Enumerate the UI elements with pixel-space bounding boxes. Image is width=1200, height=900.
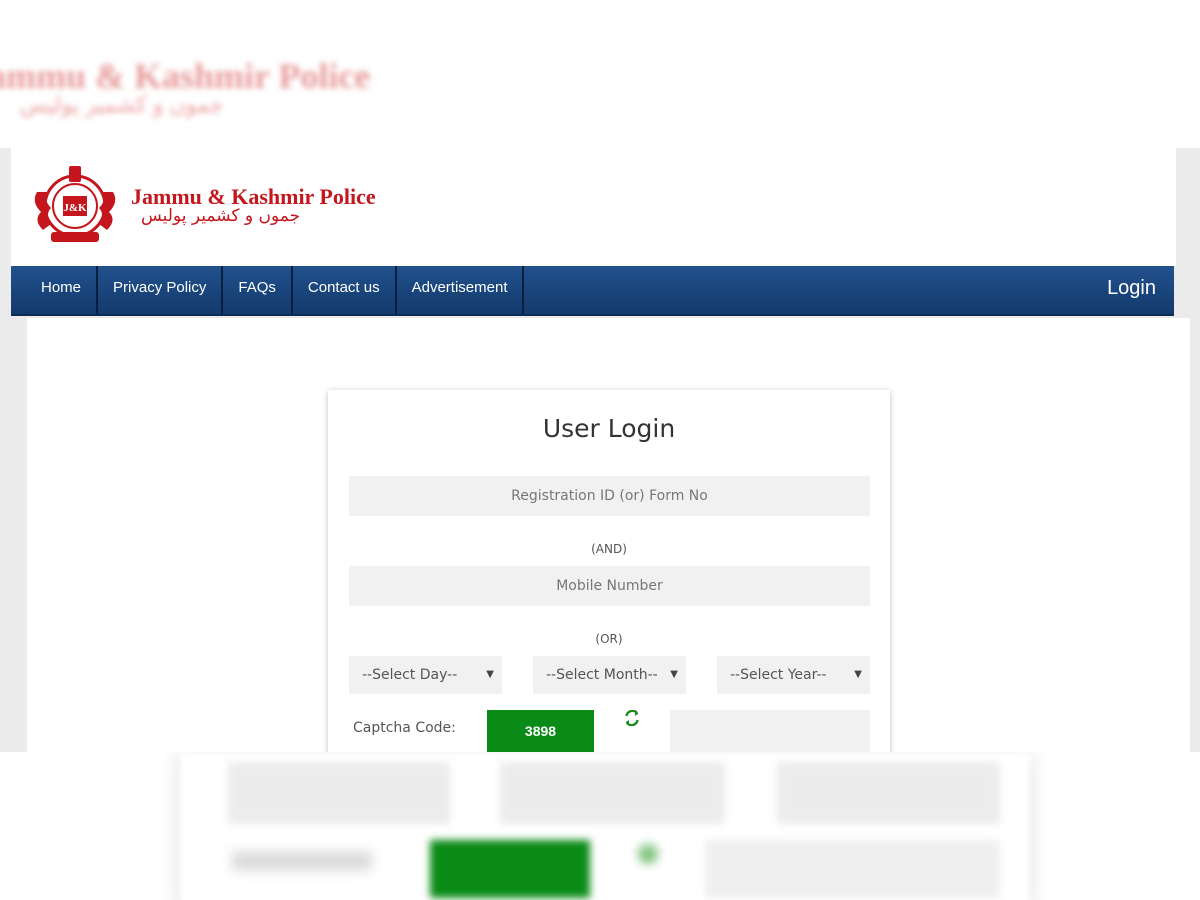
blurred-year-select (777, 762, 1000, 824)
main-content: User Login (AND) (OR) --Select Day-- ▼ -… (27, 318, 1190, 790)
mobile-number-input[interactable] (349, 566, 870, 606)
main-navbar: Home Privacy Policy FAQs Contact us Adve… (11, 266, 1174, 316)
and-separator: (AND) (591, 542, 627, 556)
blurred-captcha-input (705, 840, 1000, 898)
day-select[interactable]: --Select Day-- ▼ (349, 656, 502, 694)
nav-advertisement[interactable]: Advertisement (397, 266, 525, 314)
nav-contact-us[interactable]: Contact us (293, 266, 397, 314)
blurred-month-select (500, 762, 725, 824)
blurred-top-banner: Jammu & Kashmir Police جموں و کشمیر پولی… (0, 0, 1200, 148)
nav-privacy-policy[interactable]: Privacy Policy (98, 266, 224, 314)
nav-login-link[interactable]: Login (1107, 266, 1156, 314)
blurred-brand-subtitle: جموں و کشمیر پولیس (20, 92, 224, 117)
year-select-value: --Select Year-- (730, 667, 827, 683)
chevron-down-icon: ▼ (486, 669, 494, 680)
login-title: User Login (542, 414, 676, 443)
login-card: User Login (AND) (OR) --Select Day-- ▼ -… (328, 390, 890, 790)
or-separator: (OR) (595, 632, 623, 646)
svg-text:J&K: J&K (63, 202, 87, 214)
captcha-code: 3898 (487, 710, 594, 752)
captcha-label: Captcha Code: (353, 720, 456, 736)
nav-faqs[interactable]: FAQs (223, 266, 293, 314)
registration-id-input[interactable] (349, 476, 870, 516)
day-select-value: --Select Day-- (362, 667, 458, 683)
nav-home[interactable]: Home (11, 266, 99, 314)
blurred-captcha-code (430, 840, 590, 898)
site-header: J&K Jammu & Kashmir Police جموں و کشمیر … (11, 148, 1176, 266)
year-select[interactable]: --Select Year-- ▼ (717, 656, 870, 694)
blurred-captcha-label (232, 852, 372, 870)
refresh-icon[interactable] (624, 709, 640, 731)
blurred-brand-title: Jammu & Kashmir Police (0, 56, 371, 96)
brand-subtitle-urdu: جموں و کشمیر پولیس (141, 206, 301, 226)
chevron-down-icon: ▼ (854, 669, 862, 680)
blurred-bottom-overlay (0, 752, 1200, 900)
page-frame: J&K Jammu & Kashmir Police جموں و کشمیر … (0, 148, 1200, 790)
month-select-value: --Select Month-- (546, 667, 658, 683)
captcha-input[interactable] (670, 710, 870, 752)
jk-police-emblem-icon: J&K (34, 166, 116, 242)
chevron-down-icon: ▼ (670, 669, 678, 680)
blurred-refresh-icon (638, 844, 658, 864)
month-select[interactable]: --Select Month-- ▼ (533, 656, 686, 694)
blurred-day-select (228, 762, 450, 824)
